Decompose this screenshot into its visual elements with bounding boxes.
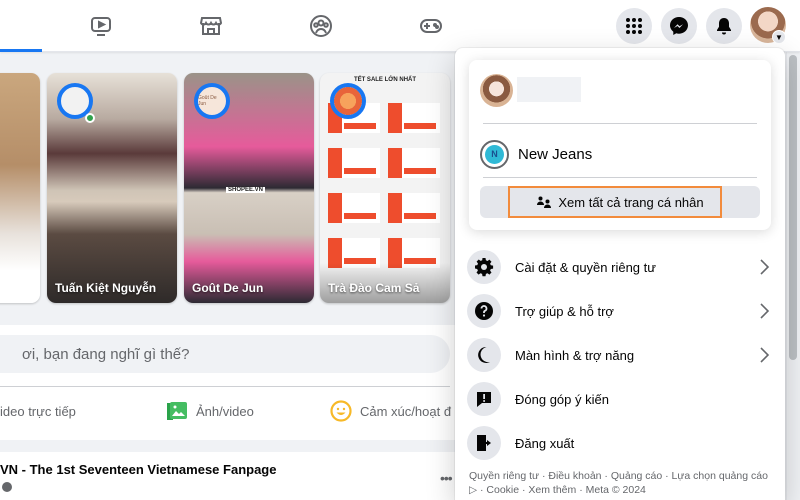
story-author: Trà Đào Cam Sả [328, 281, 420, 295]
menu-item-label: Trợ giúp & hỗ trợ [515, 303, 614, 319]
story-watermark: SHOPEE.VN [226, 187, 266, 193]
top-navigation: ▼ [0, 0, 800, 52]
menu-item-label: Màn hình & trợ năng [515, 347, 635, 363]
chevron-right-icon [760, 347, 770, 363]
tab-gaming[interactable] [401, 0, 461, 52]
story-banner: TẾT SALE LỚN NHẤT [353, 77, 417, 83]
video-icon [91, 17, 111, 36]
chevron-right-icon [760, 303, 770, 319]
post-composer: ơi, bạn đang nghĩ gì thế? ideo trực tiếp… [0, 325, 455, 440]
menu-item-label: Đóng góp ý kiến [515, 391, 609, 407]
online-status-dot [85, 113, 95, 123]
account-menu: N New Jeans Xem tất cả trang cá nhân Cài… [455, 48, 785, 500]
switch-page-item[interactable]: N New Jeans [480, 138, 592, 170]
status-input[interactable]: ơi, bạn đang nghĩ gì thế? [0, 335, 450, 373]
story-card[interactable]: TẾT SALE LỚN NHẤT Trà Đào Cam Sả [320, 73, 450, 303]
profile-avatar[interactable] [480, 74, 513, 107]
smiley-icon [330, 400, 352, 422]
more-options-icon[interactable]: ••• [440, 470, 453, 486]
live-video-button[interactable]: ideo trực tiếp [0, 393, 76, 429]
feedback-icon [477, 392, 491, 407]
voucher-tile [388, 148, 440, 178]
bell-icon [717, 18, 731, 35]
tab-home[interactable] [0, 0, 42, 52]
voucher-tile [328, 148, 380, 178]
feed-gap [0, 440, 455, 452]
menu-item-display-accessibility[interactable]: Màn hình & trợ năng [467, 335, 773, 375]
feeling-activity-label: Cảm xúc/hoạt đ [360, 403, 452, 419]
moon-icon [478, 346, 490, 363]
help-icon [475, 302, 493, 320]
see-all-profiles-button[interactable]: Xem tất cả trang cá nhân [480, 186, 760, 218]
story-author: Tuấn Kiệt Nguyễn [55, 281, 157, 295]
voucher-tile [388, 103, 440, 133]
see-all-profiles-label: Xem tất cả trang cá nhân [558, 194, 704, 210]
photo-video-label: Ảnh/video [196, 403, 254, 419]
marketplace-icon [199, 17, 223, 35]
story-avatar-text: Goût De Jun [198, 95, 217, 107]
gear-icon [475, 258, 494, 277]
tab-groups[interactable] [291, 0, 351, 52]
chevron-down-icon[interactable]: ▼ [772, 30, 786, 44]
page-name: New Jeans [518, 145, 593, 163]
messenger-button[interactable] [661, 8, 697, 44]
chevron-right-icon [760, 259, 770, 275]
active-tab-indicator [0, 49, 42, 52]
divider [483, 123, 757, 124]
story-avatar [330, 83, 366, 119]
switch-profile-icon: N [480, 139, 509, 169]
story-avatar: Goût De Jun [194, 83, 230, 119]
photo-icon [167, 402, 187, 420]
feed-post: VN - The 1st Seventeen Vietnamese Fanpag… [0, 452, 455, 500]
feeling-activity-button[interactable]: Cảm xúc/hoạt đ [330, 393, 451, 429]
menu-item-label: Đăng xuất [515, 435, 575, 451]
menu-item-settings-privacy[interactable]: Cài đặt & quyền riêng tư [467, 247, 773, 287]
live-video-label: ideo trực tiếp [0, 403, 76, 419]
tab-marketplace[interactable] [181, 0, 241, 52]
profile-name[interactable] [517, 77, 581, 102]
post-author[interactable]: VN - The 1st Seventeen Vietnamese Fanpag… [0, 462, 276, 477]
notifications-button[interactable] [706, 8, 742, 44]
globe-icon [2, 482, 12, 492]
divider [483, 177, 757, 178]
profile-card: N New Jeans Xem tất cả trang cá nhân [469, 60, 771, 230]
switch-people-icon [537, 196, 552, 208]
logout-icon [477, 435, 491, 451]
story-card[interactable] [0, 73, 40, 303]
story-author: Goût De Jun [192, 281, 264, 295]
menu-item-logout[interactable]: Đăng xuất [467, 423, 773, 463]
messenger-icon [670, 17, 688, 35]
menu-item-help-support[interactable]: Trợ giúp & hỗ trợ [467, 291, 773, 331]
composer-divider [0, 386, 450, 387]
menu-item-label: Cài đặt & quyền riêng tư [515, 259, 656, 275]
voucher-tile [388, 193, 440, 223]
groups-icon [310, 15, 332, 37]
menu-button[interactable] [616, 8, 652, 44]
gaming-icon [420, 19, 442, 33]
grid-menu-icon [626, 18, 642, 34]
story-card[interactable]: Tuấn Kiệt Nguyễn [47, 73, 177, 303]
scrollbar-thumb[interactable] [789, 55, 797, 360]
voucher-tile [328, 193, 380, 223]
menu-item-feedback[interactable]: Đóng góp ý kiến [467, 379, 773, 419]
photo-video-button[interactable]: Ảnh/video [166, 393, 254, 429]
story-card[interactable]: Goût De Jun SHOPEE.VN Goût De Jun [184, 73, 314, 303]
page-initial: N [485, 144, 504, 164]
footer-links[interactable]: Quyền riêng tư · Điều khoản · Quảng cáo … [469, 469, 769, 497]
tab-video[interactable] [71, 0, 131, 52]
